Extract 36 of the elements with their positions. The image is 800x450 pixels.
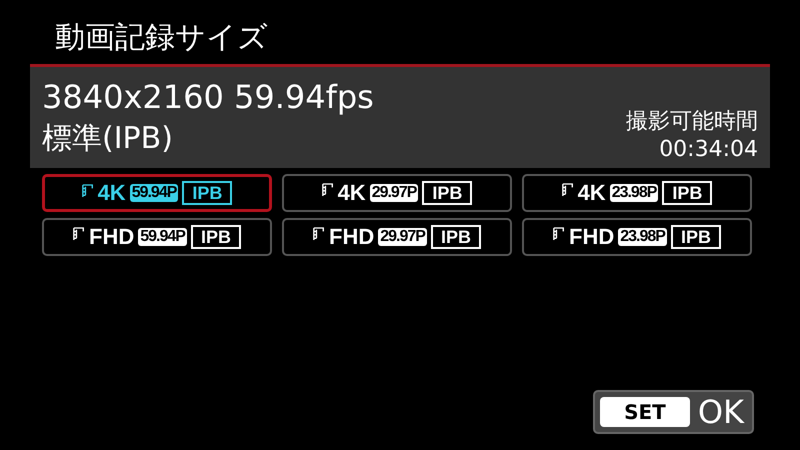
frame-rate-badge: 59.94P [130,184,178,202]
resolution-text: 3840x2160 59.94fps [42,76,374,116]
set-ok-button[interactable]: SET OK [593,390,754,434]
size-text: FHD [569,224,614,250]
remaining-label: 撮影可能時間 [626,108,758,136]
frame-rate-badge: 23.98P [610,184,658,202]
size-text: 4K [98,180,126,206]
remaining-time: 00:34:04 [659,136,758,164]
frame-rate-badge: 29.97P [370,184,418,202]
size-option[interactable]: FHD 29.97P IPB [282,218,512,256]
size-option[interactable]: 4K 29.97P IPB [282,174,512,212]
frame-rate-badge: 59.94P [138,228,187,246]
film-icon [322,182,334,198]
film-icon [562,182,574,198]
size-option[interactable]: FHD 23.98P IPB [522,218,752,256]
film-icon [73,226,86,242]
size-option[interactable]: 4K 59.94P IPB [42,174,272,212]
frame-rate-badge: 23.98P [618,228,667,246]
codec-badge: IPB [430,225,481,249]
codec-badge: IPB [422,181,472,205]
compression-text: 標準(IPB) [42,120,174,158]
codec-badge: IPB [190,225,241,249]
film-icon [553,226,566,242]
frame-rate-badge: 29.97P [378,228,427,246]
size-text: FHD [89,224,134,250]
size-text: FHD [329,224,374,250]
film-icon [313,226,326,242]
codec-badge: IPB [662,181,712,205]
menu-title: 動画記録サイズ [54,19,268,57]
size-option[interactable]: 4K 23.98P IPB [522,174,752,212]
size-option[interactable]: FHD 59.94P IPB [42,218,272,256]
film-icon [82,183,94,199]
size-text: 4K [338,180,366,206]
codec-badge: IPB [182,181,232,205]
codec-badge: IPB [670,225,721,249]
size-text: 4K [578,180,606,206]
